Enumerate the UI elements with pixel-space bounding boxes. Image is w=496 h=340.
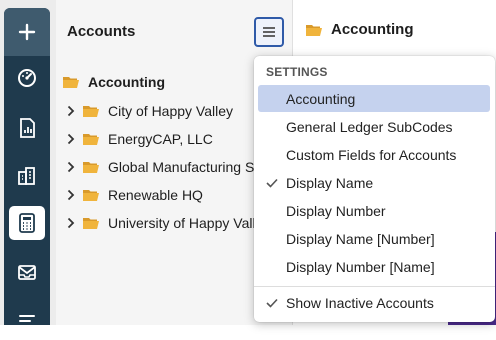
tree-item-label: Renewable HQ — [108, 187, 203, 203]
dropdown-divider — [254, 286, 495, 287]
plus-icon — [18, 23, 36, 41]
tree-item[interactable]: University of Happy Valley — [64, 212, 270, 234]
buildings-icon — [18, 167, 35, 185]
hamburger-menu-icon — [263, 27, 275, 37]
folder-open-icon — [83, 134, 99, 145]
menu-item-label: Accounting — [286, 90, 356, 107]
add-button[interactable] — [4, 8, 50, 56]
detail-title-label: Accounting — [331, 21, 414, 38]
tree-item-label: City of Happy Valley — [108, 103, 234, 119]
tree-root-label: Accounting — [88, 74, 165, 90]
menu-item-label: General Ledger SubCodes — [286, 118, 453, 135]
menu-item-label: Custom Fields for Accounts — [286, 146, 457, 163]
chevron-right-icon[interactable] — [64, 160, 78, 174]
active-nav-chip — [9, 206, 45, 240]
tree-root-accounting[interactable]: Accounting — [62, 72, 165, 92]
menu-item-custom-fields[interactable]: Custom Fields for Accounts — [258, 141, 490, 168]
chevron-right-icon[interactable] — [64, 132, 78, 146]
tree-item[interactable]: Renewable HQ — [64, 184, 203, 206]
chevron-right-icon[interactable] — [64, 104, 78, 118]
menu-item-label: Show Inactive Accounts — [286, 294, 434, 311]
nav-inbox-button[interactable] — [4, 252, 50, 292]
menu-item-label: Display Number — [286, 202, 386, 219]
list-icon — [19, 315, 35, 327]
tree-item-label: EnergyCAP, LLC — [108, 131, 213, 147]
checkmark-icon — [266, 296, 280, 310]
detail-title: Accounting — [305, 21, 414, 38]
menu-item-display-number[interactable]: Display Number — [258, 197, 490, 224]
menu-item-accounting[interactable]: Accounting — [258, 85, 490, 112]
menu-item-label: Display Name — [286, 174, 374, 191]
dropdown-header: SETTINGS — [266, 65, 328, 79]
folder-open-icon — [83, 190, 99, 201]
nav-accounts-button[interactable] — [4, 203, 50, 243]
nav-buildings-button[interactable] — [4, 156, 50, 196]
calculator-icon — [19, 213, 35, 233]
chevron-right-icon[interactable] — [64, 216, 78, 230]
menu-item-show-inactive[interactable]: Show Inactive Accounts — [258, 289, 490, 316]
nav-list-button[interactable] — [4, 300, 50, 340]
tree-item[interactable]: City of Happy Valley — [64, 100, 233, 122]
folder-open-icon — [83, 162, 99, 173]
menu-item-general-ledger-subcodes[interactable]: General Ledger SubCodes — [258, 113, 490, 140]
folder-open-icon — [83, 218, 99, 229]
nav-rail — [0, 0, 56, 327]
folder-open-icon — [83, 106, 99, 117]
report-icon — [20, 118, 35, 138]
folder-open-icon — [63, 77, 79, 88]
nav-dashboard-button[interactable] — [4, 58, 50, 98]
checkmark-icon — [266, 176, 280, 190]
menu-item-label: Display Number [Name] — [286, 258, 435, 275]
menu-item-display-name[interactable]: Display Name — [258, 169, 490, 196]
tree-item-label: University of Happy Valley — [108, 215, 271, 231]
menu-item-label: Display Name [Number] — [286, 230, 435, 247]
chevron-right-icon[interactable] — [64, 188, 78, 202]
menu-item-display-number-name[interactable]: Display Number [Name] — [258, 253, 490, 280]
settings-dropdown: SETTINGS Accounting General Ledger SubCo… — [254, 56, 495, 322]
mail-inbox-icon — [18, 265, 36, 280]
folder-open-icon — [306, 24, 322, 36]
dashboard-gauge-icon — [18, 69, 36, 87]
settings-menu-button[interactable] — [254, 17, 284, 47]
panel-title: Accounts — [67, 23, 136, 40]
tree-item[interactable]: EnergyCAP, LLC — [64, 128, 213, 150]
nav-reports-button[interactable] — [4, 108, 50, 148]
menu-item-display-name-number[interactable]: Display Name [Number] — [258, 225, 490, 252]
